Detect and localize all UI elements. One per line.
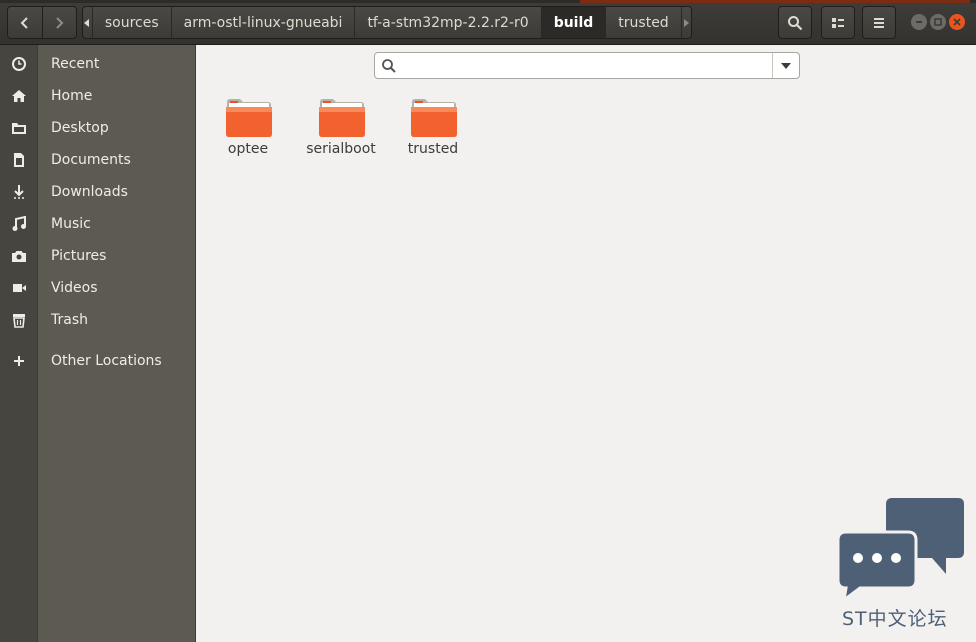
chevron-down-icon	[781, 62, 791, 69]
sidebar-item-documents[interactable]: Documents	[0, 146, 196, 174]
trash-icon	[9, 310, 29, 330]
sidebar-item-desktop[interactable]: Desktop	[0, 114, 196, 142]
search-button[interactable]	[778, 6, 812, 39]
sidebar-item-label: Pictures	[51, 248, 107, 264]
sidebar-item-label: Other Locations	[51, 353, 162, 369]
sidebar-item-label: Music	[51, 216, 91, 232]
sidebar-item-videos[interactable]: Videos	[0, 274, 196, 302]
sidebar-item-recent[interactable]: Recent	[0, 50, 196, 78]
sidebar-item-label: Downloads	[51, 184, 128, 200]
sidebar-item-label: Desktop	[51, 120, 109, 136]
file-name: optee	[227, 141, 269, 157]
sidebar-item-label: Recent	[51, 56, 100, 72]
folder-icon	[9, 118, 29, 138]
chevron-right-icon	[56, 16, 64, 29]
sidebar-item-label: Trash	[51, 312, 88, 328]
file-name: trusted	[407, 141, 459, 157]
home-icon	[9, 86, 29, 106]
breadcrumb-trusted[interactable]: trusted	[606, 7, 682, 38]
menu-button[interactable]	[862, 6, 896, 39]
hamburger-icon	[874, 17, 884, 28]
download-icon	[9, 182, 29, 202]
video-icon	[9, 278, 29, 298]
sidebar-item-label: Home	[51, 88, 93, 104]
forward-button[interactable]	[41, 7, 77, 38]
sidebar-item-label: Videos	[51, 280, 98, 296]
breadcrumb-sources[interactable]: sources	[93, 7, 172, 38]
chat-bubble-logo-icon	[836, 498, 964, 600]
folder-icon	[411, 99, 457, 137]
maximize-icon	[934, 18, 942, 26]
history-nav	[7, 6, 77, 39]
camera-icon	[9, 246, 29, 266]
triangle-right-icon	[684, 18, 690, 27]
sidebar-item-home[interactable]: Home	[0, 82, 196, 110]
back-button[interactable]	[8, 7, 42, 38]
path-scroll-right-button[interactable]	[682, 7, 691, 38]
close-icon	[953, 18, 961, 26]
path-scroll-left-button[interactable]	[83, 7, 93, 38]
plus-icon	[9, 351, 29, 371]
search-icon	[788, 15, 803, 30]
search-icon	[382, 59, 396, 73]
chevron-left-icon	[20, 16, 28, 29]
list-view-icon	[832, 17, 844, 28]
sidebar-item-label: Documents	[51, 152, 131, 168]
file-name: serialboot	[306, 141, 376, 157]
document-icon	[9, 150, 29, 170]
window-top-strip	[0, 0, 976, 3]
triangle-left-icon	[84, 18, 90, 27]
folder-item-optee[interactable]: optee	[200, 96, 296, 166]
path-bar: sources arm-ostl-linux-gnueabi tf-a-stm3…	[82, 6, 692, 39]
sidebar-item-other-locations[interactable]: Other Locations	[0, 347, 196, 375]
search-options-dropdown[interactable]	[773, 53, 799, 78]
music-icon	[9, 214, 29, 234]
breadcrumb-arm-ostl-linux-gnueabi[interactable]: arm-ostl-linux-gnueabi	[172, 7, 356, 38]
sidebar-item-downloads[interactable]: Downloads	[0, 178, 196, 206]
view-options-button[interactable]	[821, 6, 855, 39]
sidebar-item-trash[interactable]: Trash	[0, 306, 196, 334]
sidebar-item-pictures[interactable]: Pictures	[0, 242, 196, 270]
minimize-button[interactable]	[911, 14, 927, 30]
breadcrumb-build[interactable]: build	[541, 7, 607, 38]
folder-icon	[226, 99, 272, 137]
search-field[interactable]	[374, 52, 800, 79]
header-bar: sources arm-ostl-linux-gnueabi tf-a-stm3…	[0, 0, 976, 45]
maximize-button[interactable]	[930, 14, 946, 30]
minimize-icon	[916, 21, 922, 23]
breadcrumb-tf-a[interactable]: tf-a-stm32mp-2.2.r2-r0	[355, 7, 542, 38]
folder-item-trusted[interactable]: trusted	[385, 96, 481, 166]
folder-icon	[319, 99, 365, 137]
clock-icon	[9, 54, 29, 74]
watermark-text: ST中文论坛	[842, 608, 948, 630]
folder-item-serialboot[interactable]: serialboot	[293, 96, 389, 166]
sidebar-item-music[interactable]: Music	[0, 210, 196, 238]
close-button[interactable]	[949, 14, 965, 30]
search-input[interactable]	[403, 55, 763, 76]
